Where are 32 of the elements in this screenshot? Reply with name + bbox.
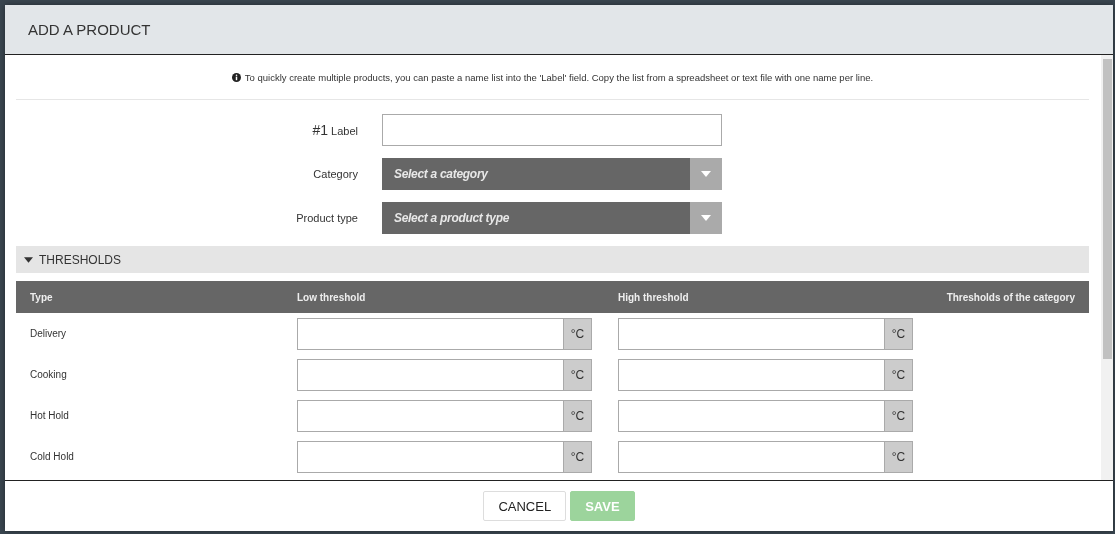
caret-icon: [701, 171, 711, 177]
threshold-input-field[interactable]: °C: [297, 317, 592, 350]
threshold-input-field[interactable]: °C: [297, 399, 592, 432]
threshold-type: Cold Hold: [30, 451, 75, 462]
threshold-input-field[interactable]: °C: [618, 317, 913, 350]
field-label: Category: [313, 168, 358, 180]
threshold-type: Delivery: [30, 328, 68, 339]
select-dropdown[interactable]: Select a product type: [382, 202, 722, 234]
label-input-field[interactable]: [382, 114, 722, 146]
scrollbar[interactable]: [1101, 55, 1113, 480]
column-header: Thresholds of the category: [946, 291, 1075, 303]
dialog-title: ADD A PRODUCT: [28, 21, 151, 38]
field-label: Product type: [296, 212, 358, 224]
threshold-input-field[interactable]: °C: [297, 440, 592, 473]
field-label: Label: [331, 125, 358, 137]
info-text: To quickly create multiple products, you can paste a name list into the 'Label' field. Copy the list from a spreadsheet or text file with one name per line.: [244, 71, 874, 83]
threshold-type: Cooking: [30, 369, 68, 380]
threshold-input-field[interactable]: °C: [618, 399, 913, 432]
threshold-type: Hot Hold: [30, 410, 70, 421]
label-number: #1: [312, 122, 329, 138]
caret-icon: [24, 256, 33, 263]
threshold-input-field[interactable]: °C: [297, 358, 592, 391]
column-header: High threshold: [618, 291, 690, 303]
threshold-input-field[interactable]: °C: [618, 358, 913, 391]
column-header: Low threshold: [297, 291, 367, 303]
cancel-button[interactable]: CANCEL: [483, 491, 567, 521]
info-icon: [231, 72, 241, 82]
threshold-input-field[interactable]: °C: [618, 440, 913, 473]
caret-icon: [701, 215, 711, 221]
thresholds-section-header[interactable]: THRESHOLDS: [16, 246, 1089, 273]
column-header: Type: [30, 291, 54, 303]
select-dropdown[interactable]: Select a category: [382, 158, 722, 190]
